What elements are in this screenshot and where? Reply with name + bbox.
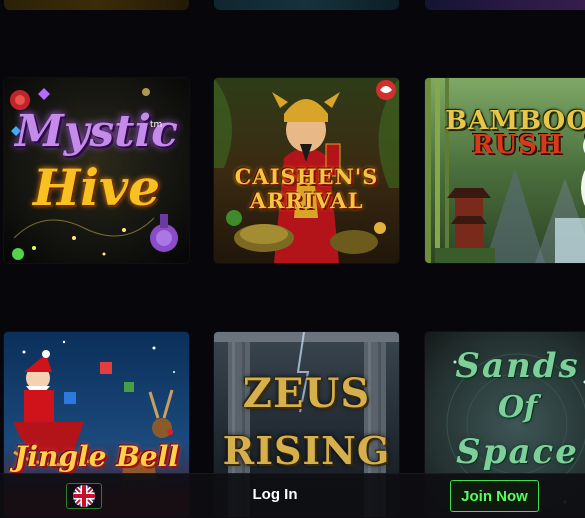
game-tile-mystic-hive[interactable]: Mystic tm Hive: [4, 78, 189, 263]
join-now-button[interactable]: Join Now: [450, 480, 539, 512]
game-title-line1: Mystic: [15, 106, 178, 157]
game-title-line3: Space: [456, 432, 579, 472]
game-tile-caishens-arrival[interactable]: CAISHEN'S ARRIVAL: [214, 78, 399, 263]
game-title-line1: Jingle Bell: [14, 440, 179, 473]
partial-game-tile[interactable]: [425, 0, 585, 10]
previous-row-strip: [0, 0, 585, 18]
trademark-mark: tm: [150, 120, 163, 130]
game-title-line2: RUSH: [471, 130, 564, 160]
language-selector-button[interactable]: [66, 483, 102, 509]
game-title-line2: Of: [497, 390, 538, 425]
game-title-line2: Hive: [32, 158, 161, 217]
game-title-line2: ARRIVAL: [249, 188, 364, 213]
game-title-line1: ZEUS: [242, 370, 371, 417]
game-tile-bamboo-rush[interactable]: BAMBOO RUSH: [425, 78, 585, 263]
game-title-line1: CAISHEN'S: [234, 164, 379, 189]
partial-game-tile[interactable]: [4, 0, 189, 10]
game-title-line2: RISING: [222, 428, 391, 473]
game-title-line1: Sands: [455, 346, 580, 386]
uk-flag-icon: [73, 485, 95, 507]
partial-game-tile[interactable]: [214, 0, 399, 10]
bottom-action-bar: Log In Join Now: [0, 473, 585, 518]
login-button[interactable]: Log In: [241, 486, 309, 503]
